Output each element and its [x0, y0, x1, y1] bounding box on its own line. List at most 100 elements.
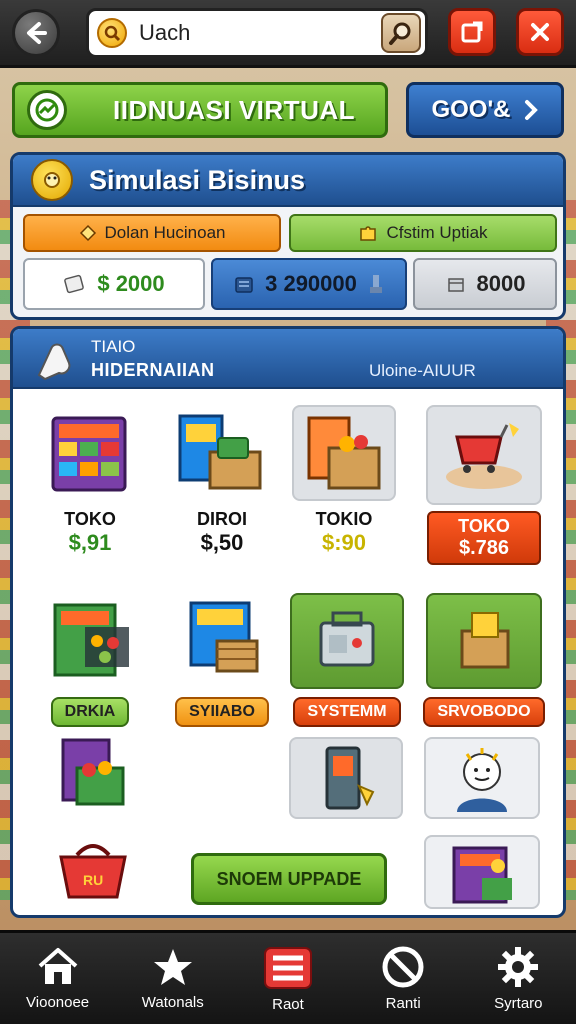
shop-panel: TIAIO HIDERNAIIAN Uloine-AIUUR TOKO $,91… — [10, 326, 566, 918]
shop-item-6[interactable]: SYIIABO — [157, 593, 287, 727]
nav-favorites[interactable]: Watonals — [123, 946, 223, 1011]
search-input[interactable]: Uach — [139, 20, 381, 46]
search-button[interactable] — [381, 13, 421, 53]
fruit-crate-icon — [38, 727, 142, 823]
shop-header-line1: TIAIO — [91, 337, 136, 356]
machine-icon — [290, 593, 404, 689]
item-price: $,91 — [68, 530, 112, 555]
close-icon — [531, 23, 549, 41]
nav-label: Ranti — [385, 995, 421, 1012]
item-price: $,50 — [200, 530, 244, 555]
gear-icon — [498, 947, 539, 987]
shop-shelf-icon — [38, 405, 142, 501]
shop-item-13[interactable] — [423, 835, 541, 909]
revenue-value: 3 290000 — [265, 271, 357, 296]
category-pill[interactable]: DRKIA — [50, 697, 130, 727]
shop-item-1[interactable]: TOKO $,91 — [33, 405, 147, 556]
register-icon — [235, 277, 253, 293]
pill-label: SYSTEMM — [307, 703, 387, 720]
computer-tower-icon — [289, 737, 403, 819]
tab-right-label: Cfstim Uptiak — [386, 223, 488, 242]
item-price: $.786 — [458, 537, 510, 559]
category-pill[interactable]: SYIIABO — [175, 697, 269, 727]
item-name: DIROI — [196, 509, 247, 529]
tab-right[interactable]: Cfstim Uptiak — [289, 214, 557, 252]
shop-item-12[interactable]: RU — [43, 835, 143, 905]
star-icon — [153, 949, 192, 985]
shop-header-right: Uloine-AIUUR — [369, 361, 476, 380]
nav-block[interactable]: Ranti — [353, 945, 453, 1012]
system-upgrade-button[interactable]: SNOEM UPPADE — [191, 853, 387, 905]
hand-icon — [37, 343, 71, 381]
cardboard-box-icon — [292, 405, 396, 501]
item-name: TOKO — [458, 516, 510, 536]
shop-item-9[interactable] — [33, 727, 147, 823]
produce-shelf-icon — [38, 593, 142, 689]
simulation-title: Simulasi Bisinus — [89, 164, 306, 195]
go-button[interactable]: GOO'& — [406, 82, 564, 138]
pill-label: DRKIA — [64, 703, 116, 720]
nav-label: Syrtaro — [494, 995, 543, 1012]
trend-icon — [27, 90, 67, 130]
shop-header-line2: HIDERNAIIAN — [91, 360, 215, 380]
search-bar[interactable]: Uach — [86, 8, 428, 58]
chevron-right-icon — [524, 100, 538, 120]
top-bar: Uach — [0, 0, 576, 68]
shop-item-3[interactable]: TOKIO $:90 — [287, 405, 401, 556]
tab-left[interactable]: Dolan Hucinoan — [23, 214, 281, 252]
item-price: $:90 — [321, 530, 367, 555]
back-button[interactable] — [12, 9, 60, 57]
list-icon — [263, 947, 312, 989]
cash-stat: $ 2000 — [23, 258, 205, 310]
shop-item-5[interactable]: DRKIA — [33, 593, 147, 727]
shop-item-7[interactable]: SYSTEMM — [285, 593, 409, 727]
price-button[interactable]: TOKO $.786 — [427, 511, 541, 565]
bottom-nav: Vioonoee Watonals Raot Ranti Syrtaro — [0, 930, 576, 1024]
shopping-cart-icon — [426, 405, 542, 505]
stock-stat: 8000 — [413, 258, 557, 310]
game-box-icon — [170, 405, 274, 501]
share-button[interactable] — [448, 8, 496, 56]
shop-item-8[interactable]: SRVOBODO — [419, 593, 549, 727]
red-basket-icon: RU — [48, 835, 138, 905]
nav-home[interactable]: Vioonoee — [8, 946, 108, 1011]
shop-item-11[interactable] — [423, 737, 541, 819]
category-pill[interactable]: SYSTEMM — [293, 697, 401, 727]
share-icon — [461, 21, 483, 43]
shop-item-2[interactable]: DIROI $,50 — [165, 405, 279, 556]
pill-label: SYIIABO — [189, 703, 255, 720]
stock-value: 8000 — [476, 271, 526, 296]
shop-item-10[interactable] — [287, 737, 405, 819]
pill-label: SRVOBODO — [437, 703, 531, 720]
simulation-panel: Simulasi Bisinus Dolan Hucinoan Cfstim U… — [10, 152, 566, 320]
category-pill[interactable]: SRVOBODO — [423, 697, 545, 727]
upgrade-label: SNOEM UPPADE — [216, 868, 362, 889]
back-arrow-icon — [27, 22, 47, 44]
package-icon — [426, 593, 542, 689]
revenue-stat: 3 290000 — [211, 258, 407, 310]
nav-label: Vioonoee — [26, 994, 90, 1011]
prohibited-icon — [382, 946, 424, 988]
banner-label: IIDNUASI VIRTUAL — [113, 94, 355, 125]
simulation-header: Simulasi Bisinus — [13, 155, 563, 207]
close-button[interactable] — [516, 8, 564, 56]
money-icon — [64, 274, 85, 294]
logo-icon — [97, 18, 127, 48]
item-name: TOKO — [64, 509, 116, 529]
tool-icon — [369, 275, 382, 293]
item-name: TOKIO — [315, 509, 373, 529]
puzzle-icon — [360, 226, 377, 241]
basket-box-icon — [170, 593, 274, 689]
shop-item-4[interactable]: TOKO $.786 — [423, 405, 545, 565]
tag-icon — [79, 224, 96, 242]
cash-value: $ 2000 — [97, 271, 165, 296]
gear-coin-icon — [31, 159, 73, 201]
nav-list[interactable]: Raot — [238, 944, 338, 1013]
virtual-mode-banner[interactable]: IIDNUASI VIRTUAL — [12, 82, 388, 138]
customer-avatar-icon — [424, 737, 540, 819]
search-icon — [389, 22, 411, 45]
shop-header: TIAIO HIDERNAIIAN Uloine-AIUUR — [13, 329, 563, 389]
tab-left-label: Dolan Hucinoan — [104, 223, 226, 242]
nav-settings[interactable]: Syrtaro — [468, 945, 568, 1012]
go-label: GOO'& — [431, 96, 511, 123]
